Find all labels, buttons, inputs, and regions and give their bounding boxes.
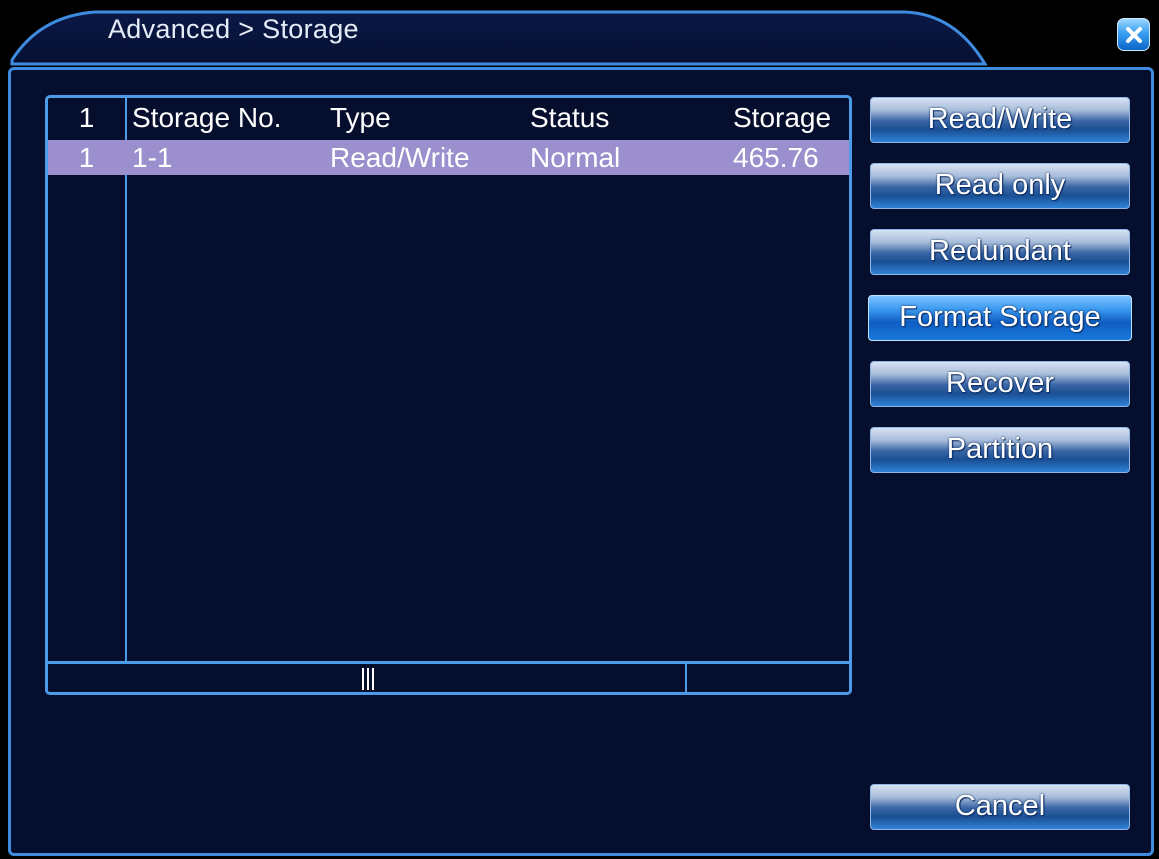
storage-table: 1 Storage No. Type Status Storage 1 1-1 … xyxy=(45,95,852,695)
header-storage-no: Storage No. xyxy=(132,102,282,133)
row-index: 1 xyxy=(78,142,95,173)
partition-button[interactable]: Partition xyxy=(870,427,1130,473)
header-storage: Storage xyxy=(733,102,832,133)
window-title: Advanced > Storage xyxy=(108,14,359,44)
row-type: Read/Write xyxy=(330,142,470,173)
column-divider xyxy=(125,98,127,663)
table-header: 1 Storage No. Type Status Storage xyxy=(48,100,849,135)
read-only-button[interactable]: Read only xyxy=(870,163,1130,209)
scrollbar-separator xyxy=(685,664,687,692)
format-storage-button[interactable]: Format Storage xyxy=(868,295,1132,341)
row-storage: 465.76 xyxy=(733,142,819,173)
header-type: Type xyxy=(330,102,391,133)
close-icon xyxy=(1125,26,1142,43)
cancel-button[interactable]: Cancel xyxy=(870,784,1130,830)
recover-button[interactable]: Recover xyxy=(870,361,1130,407)
header-status: Status xyxy=(530,102,610,133)
redundant-button[interactable]: Redundant xyxy=(870,229,1130,275)
read-write-button[interactable]: Read/Write xyxy=(870,97,1130,143)
table-row[interactable]: 1 1-1 Read/Write Normal 465.76 xyxy=(48,140,849,175)
scrollbar-thumb[interactable] xyxy=(362,668,374,690)
close-button[interactable] xyxy=(1117,18,1150,51)
horizontal-scrollbar[interactable] xyxy=(48,661,849,692)
row-storage-no: 1-1 xyxy=(132,142,173,173)
header-index: 1 xyxy=(78,102,95,133)
row-status: Normal xyxy=(530,142,621,173)
